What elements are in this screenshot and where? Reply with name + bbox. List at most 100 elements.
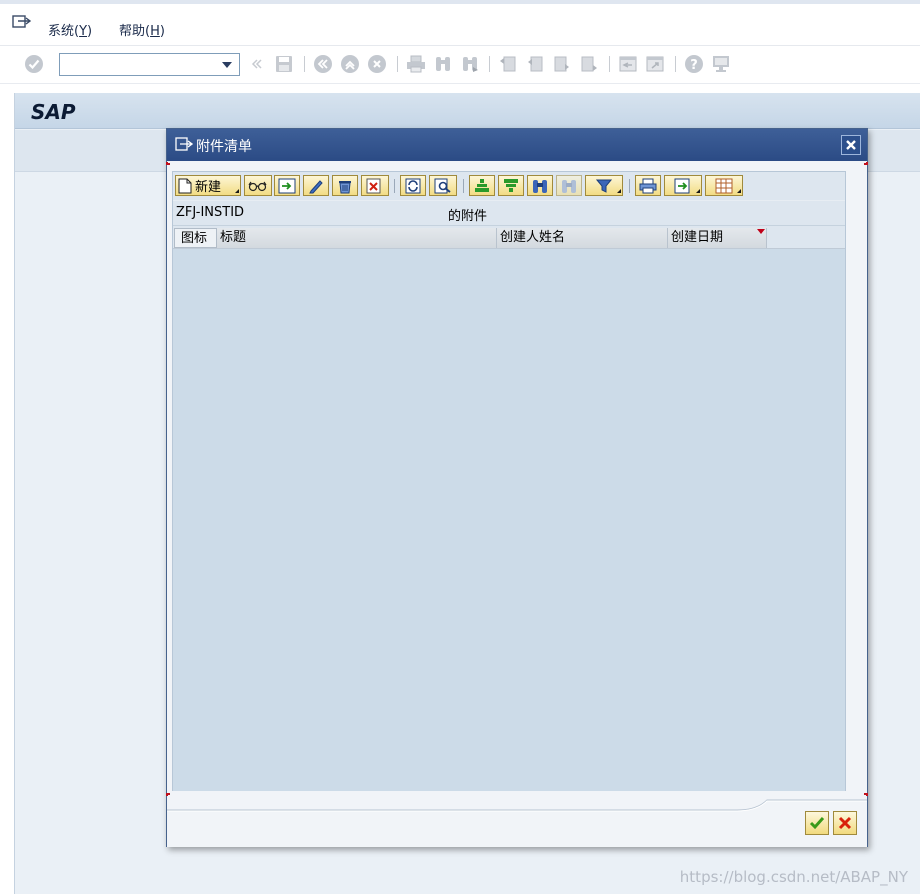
toolbar-separator bbox=[675, 56, 676, 72]
toolbar-separator bbox=[463, 179, 464, 193]
menu-help[interactable]: 帮助(H) bbox=[119, 20, 165, 39]
enter-icon[interactable] bbox=[24, 54, 44, 74]
export-button[interactable] bbox=[274, 175, 300, 196]
last-page-icon[interactable] bbox=[579, 54, 599, 74]
double-left-icon[interactable] bbox=[247, 54, 267, 74]
attachment-list-dialog: 附件清单 新建 ZFJ-INSTID 的附件 图标 标题 创建人姓名 创建日期 bbox=[166, 128, 868, 847]
find-next-icon[interactable] bbox=[460, 54, 480, 74]
find-icon[interactable] bbox=[433, 54, 453, 74]
find-next-button[interactable] bbox=[556, 175, 582, 196]
exit-icon[interactable] bbox=[340, 54, 360, 74]
new-session-icon[interactable] bbox=[618, 54, 638, 74]
dropdown-arrow-icon bbox=[733, 189, 741, 193]
new-document-icon bbox=[178, 178, 192, 193]
menu-system-end: ) bbox=[87, 24, 93, 39]
column-header-title[interactable]: 标题 bbox=[217, 228, 497, 248]
close-icon bbox=[838, 816, 852, 830]
print-icon[interactable] bbox=[406, 54, 426, 74]
print-button[interactable] bbox=[635, 175, 661, 196]
command-input[interactable] bbox=[63, 55, 213, 75]
corner-mark bbox=[166, 162, 170, 165]
menu-help-key: H bbox=[150, 24, 160, 39]
watermark: https://blog.csdn.net/ABAP_NY bbox=[679, 868, 908, 886]
attachment-grid[interactable] bbox=[173, 249, 845, 791]
toolbar-separator bbox=[489, 56, 490, 72]
next-page-icon[interactable] bbox=[552, 54, 572, 74]
delete-button[interactable] bbox=[332, 175, 358, 196]
toolbar-separator bbox=[609, 56, 610, 72]
column-header-created-date[interactable]: 创建日期 bbox=[668, 228, 767, 248]
column-header-icon[interactable]: 图标 bbox=[174, 228, 217, 248]
glasses-icon bbox=[248, 181, 267, 191]
footer-divider bbox=[167, 799, 867, 812]
standard-toolbar: ? bbox=[0, 46, 920, 84]
layout-icon[interactable] bbox=[711, 54, 731, 74]
confirm-button[interactable] bbox=[805, 811, 829, 835]
list-caption: ZFJ-INSTID 的附件 bbox=[173, 200, 845, 225]
first-page-icon[interactable] bbox=[498, 54, 518, 74]
toolbar-separator bbox=[629, 179, 630, 193]
cancel-icon[interactable] bbox=[367, 54, 387, 74]
edit-button[interactable] bbox=[303, 175, 329, 196]
toolbar-separator bbox=[394, 179, 395, 193]
menu-system[interactable]: 系统(Y) bbox=[48, 20, 92, 39]
layout-button[interactable] bbox=[705, 175, 743, 196]
save-icon[interactable] bbox=[274, 54, 294, 74]
binoculars-icon bbox=[533, 179, 547, 193]
sort-descending-icon bbox=[504, 178, 518, 192]
alv-container: 新建 ZFJ-INSTID 的附件 图标 标题 创建人姓名 创建日期 bbox=[172, 171, 846, 791]
export-list-button[interactable] bbox=[664, 175, 702, 196]
filter-button[interactable] bbox=[585, 175, 623, 196]
menu-help-label: 帮助( bbox=[119, 24, 151, 39]
command-field[interactable] bbox=[59, 53, 240, 76]
corner-mark bbox=[864, 162, 868, 165]
sort-descending-button[interactable] bbox=[498, 175, 524, 196]
back-nav-icon[interactable] bbox=[313, 54, 333, 74]
toolbar-separator bbox=[304, 56, 305, 72]
find-next-icon bbox=[562, 179, 576, 193]
svg-text:?: ? bbox=[690, 58, 698, 73]
prev-page-icon[interactable] bbox=[525, 54, 545, 74]
shortcut-icon[interactable] bbox=[645, 54, 665, 74]
menu-help-end: ) bbox=[159, 24, 165, 39]
page-title: SAP bbox=[31, 100, 76, 124]
chevron-down-icon[interactable] bbox=[222, 62, 232, 68]
sort-ascending-icon bbox=[475, 178, 489, 192]
export-icon bbox=[278, 178, 296, 193]
alv-toolbar: 新建 bbox=[173, 172, 845, 200]
dropdown-arrow-icon bbox=[692, 189, 700, 193]
delete-all-button[interactable] bbox=[361, 175, 389, 196]
dialog-footer bbox=[167, 799, 867, 847]
find-button[interactable] bbox=[527, 175, 553, 196]
column-header-creator[interactable]: 创建人姓名 bbox=[497, 228, 668, 248]
sort-ascending-button[interactable] bbox=[469, 175, 495, 196]
grid-header: 图标 标题 创建人姓名 创建日期 bbox=[173, 225, 845, 249]
cancel-button[interactable] bbox=[833, 811, 857, 835]
help-icon[interactable]: ? bbox=[684, 54, 704, 74]
new-attachment-label: 新建 bbox=[195, 180, 222, 195]
menu-icon[interactable] bbox=[12, 14, 32, 30]
close-button[interactable] bbox=[841, 135, 861, 155]
caption-suffix: 的附件 bbox=[448, 209, 488, 224]
display-button[interactable] bbox=[244, 175, 272, 196]
dialog-header: 附件清单 bbox=[167, 129, 867, 161]
new-attachment-button[interactable]: 新建 bbox=[175, 175, 241, 196]
menu-bar: 系统(Y) 帮助(H) bbox=[0, 0, 920, 46]
magnifier-icon bbox=[434, 178, 451, 193]
dropdown-arrow-icon bbox=[613, 189, 621, 193]
pencil-icon bbox=[309, 179, 323, 193]
print-icon bbox=[639, 178, 657, 193]
title-bar: SAP bbox=[15, 93, 920, 129]
filter-icon bbox=[596, 179, 612, 193]
dialog-title: 附件清单 bbox=[196, 139, 252, 155]
toolbar-separator bbox=[397, 56, 398, 72]
refresh-icon bbox=[405, 178, 421, 193]
export-list-icon bbox=[674, 178, 690, 193]
details-button[interactable] bbox=[429, 175, 457, 196]
dropdown-arrow-icon bbox=[231, 189, 239, 193]
dialog-menu-icon[interactable] bbox=[175, 137, 194, 152]
object-id: ZFJ-INSTID bbox=[176, 205, 245, 220]
close-icon bbox=[846, 140, 856, 150]
refresh-button[interactable] bbox=[400, 175, 426, 196]
sort-indicator-icon bbox=[757, 229, 765, 234]
